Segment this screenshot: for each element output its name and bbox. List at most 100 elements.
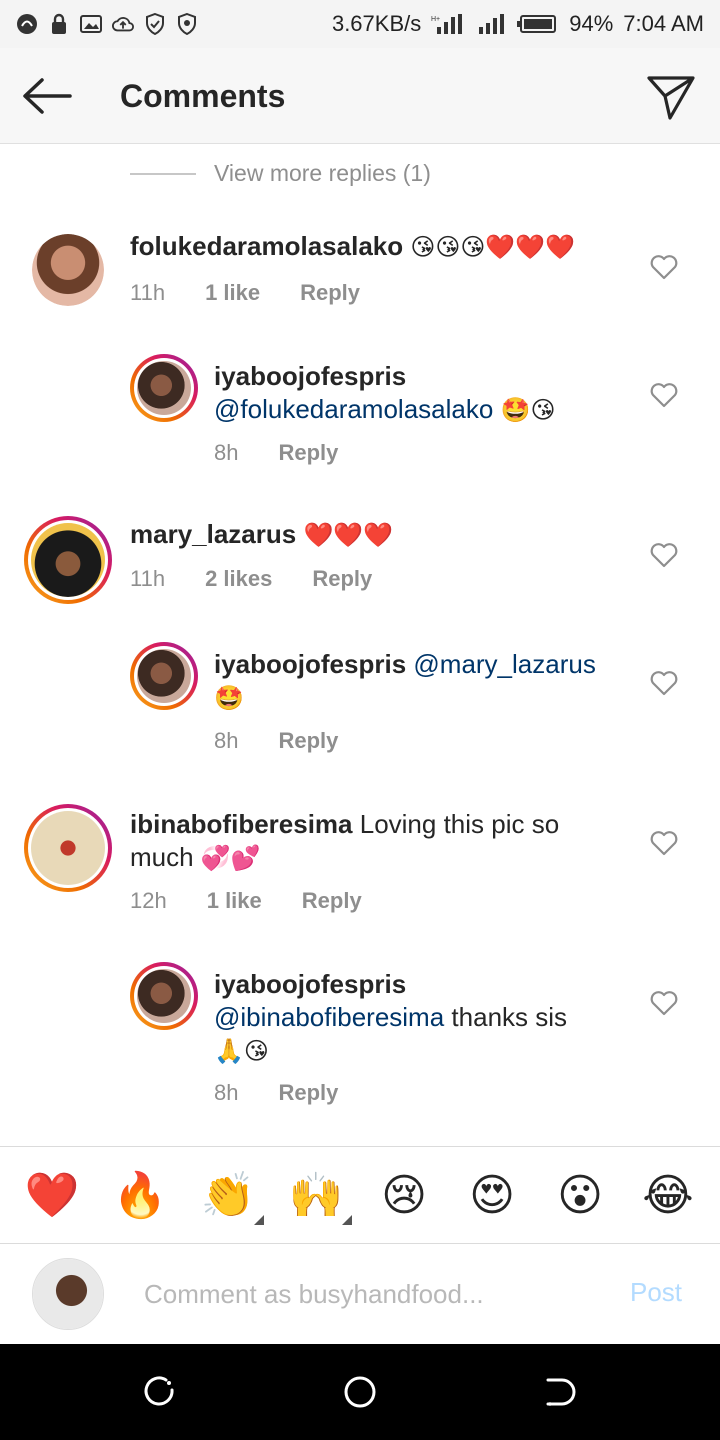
- comment-emoji: 🤩: [214, 685, 244, 712]
- avatar[interactable]: [130, 962, 198, 1030]
- like-count[interactable]: 1 like: [207, 888, 262, 914]
- app-notification-icon: [16, 13, 38, 35]
- reply-button[interactable]: Reply: [278, 728, 338, 754]
- share-button[interactable]: [644, 72, 698, 122]
- comment-username[interactable]: mary_lazarus: [130, 519, 296, 549]
- current-user-avatar: [32, 1258, 104, 1330]
- comment-time: 8h: [214, 440, 239, 465]
- reaction-clap-emoji: 👏: [200, 1171, 256, 1220]
- reply-button[interactable]: Reply: [300, 280, 360, 306]
- battery-percent: 94%: [569, 11, 614, 36]
- reply-button[interactable]: Reply: [278, 440, 338, 466]
- view-more-replies-label: View more replies (1): [214, 160, 431, 186]
- comment-text: ibinabofiberesima Loving this pic so muc…: [130, 808, 610, 875]
- reaction-heart[interactable]: ❤️: [20, 1163, 84, 1227]
- home-button[interactable]: [342, 1374, 378, 1410]
- comment-time: 8h: [214, 728, 239, 753]
- battery-icon: [517, 13, 559, 35]
- reaction-raised-hands[interactable]: 🙌: [284, 1163, 352, 1227]
- heart-outline-icon: [650, 383, 678, 408]
- comment-meta: 8h Reply: [214, 1080, 378, 1106]
- comment-text: iyaboojofespris @ibinabofiberesima thank…: [214, 968, 624, 1068]
- comment-text: folukedaramolasalako 😘😘😘❤️❤️❤️: [130, 230, 630, 264]
- heart-outline-icon: [650, 991, 678, 1016]
- avatar[interactable]: [24, 516, 112, 604]
- status-icons-left: [16, 13, 198, 35]
- avatar[interactable]: [130, 354, 198, 422]
- comment-meta: 11h 1 like Reply: [130, 280, 400, 306]
- like-count[interactable]: 2 likes: [205, 566, 272, 592]
- home-circle-icon: [344, 1376, 376, 1408]
- shield-icon: [176, 13, 198, 35]
- reaction-surprised[interactable]: 😮: [548, 1163, 612, 1227]
- comment-text: iyaboojofespris @mary_lazarus 🤩: [214, 648, 624, 715]
- comment-meta: 11h 2 likes Reply: [130, 566, 412, 592]
- comment-emoji: 🙏😘: [214, 1038, 269, 1065]
- comment-time: 11h: [130, 280, 166, 305]
- reply-button[interactable]: Reply: [312, 566, 372, 592]
- comment-emoji: 😘😘😘❤️❤️❤️: [410, 234, 576, 261]
- like-button[interactable]: [650, 382, 678, 408]
- post-button[interactable]: Post: [630, 1277, 682, 1308]
- like-button[interactable]: [650, 670, 678, 696]
- reaction-clap[interactable]: 👏: [196, 1163, 264, 1227]
- like-button[interactable]: [650, 990, 678, 1016]
- heart-outline-icon: [650, 831, 678, 856]
- signal-4g-icon: H+: [431, 13, 467, 35]
- reaction-laughing[interactable]: 😂: [636, 1163, 700, 1227]
- comment-username[interactable]: iyaboojofespris: [214, 649, 406, 679]
- comment-username[interactable]: iyaboojofespris: [214, 969, 406, 999]
- comment-time: 11h: [130, 566, 166, 591]
- divider: [130, 172, 196, 175]
- reaction-crying[interactable]: 😢: [372, 1163, 436, 1227]
- arrow-left-icon: [23, 78, 72, 114]
- comments-header: Comments: [0, 48, 720, 144]
- quick-reactions-bar: ❤️ 🔥 👏 🙌 😢 😍 😮 😂: [0, 1146, 720, 1244]
- comment-username[interactable]: folukedaramolasalako: [130, 231, 403, 261]
- comment-meta: 8h Reply: [214, 440, 378, 466]
- like-button[interactable]: [650, 830, 678, 856]
- image-icon: [80, 13, 102, 35]
- system-navigation-bar: [0, 1344, 720, 1440]
- comment-emoji: 🤩😘: [500, 397, 556, 424]
- back-nav-icon: [546, 1378, 576, 1406]
- comment-username[interactable]: iyaboojofespris: [214, 361, 406, 391]
- comment-text: iyaboojofespris @folukedaramolasalako 🤩😘: [214, 360, 624, 427]
- comment-username[interactable]: ibinabofiberesima: [130, 809, 353, 839]
- clock: 7:04 AM: [623, 11, 704, 36]
- heart-outline-icon: [650, 543, 678, 568]
- avatar[interactable]: [24, 804, 112, 892]
- reply-button[interactable]: Reply: [278, 1080, 338, 1106]
- heart-outline-icon: [650, 255, 678, 280]
- reaction-fire[interactable]: 🔥: [108, 1163, 172, 1227]
- skin-tone-indicator: [254, 1215, 264, 1225]
- reaction-raised-hands-emoji: 🙌: [288, 1171, 344, 1220]
- mention-link[interactable]: @folukedaramolasalako: [214, 394, 493, 424]
- page-title: Comments: [120, 78, 286, 114]
- comment-emoji: 💞💕: [200, 845, 261, 872]
- view-more-replies[interactable]: View more replies (1): [130, 160, 431, 187]
- comment-time: 12h: [130, 888, 167, 913]
- like-button[interactable]: [650, 254, 678, 280]
- avatar[interactable]: [130, 642, 198, 710]
- network-speed: 3.67KB/s: [331, 11, 422, 36]
- lock-icon: [48, 13, 70, 35]
- like-button[interactable]: [650, 542, 678, 568]
- mention-link[interactable]: @mary_lazarus: [413, 649, 595, 679]
- comment-text: mary_lazarus ❤️❤️❤️: [130, 518, 630, 552]
- comment-meta: 8h Reply: [214, 728, 378, 754]
- cloud-upload-icon: [112, 13, 134, 35]
- signal-icon: [477, 13, 507, 35]
- back-button[interactable]: [20, 74, 74, 118]
- like-count[interactable]: 1 like: [205, 280, 260, 306]
- avatar[interactable]: [32, 234, 104, 306]
- skin-tone-indicator: [342, 1215, 352, 1225]
- svg-text:H+: H+: [431, 16, 440, 23]
- comment-input[interactable]: [144, 1274, 584, 1314]
- mention-link[interactable]: @ibinabofiberesima: [214, 1002, 444, 1032]
- reaction-heart-eyes[interactable]: 😍: [460, 1163, 524, 1227]
- back-nav-button[interactable]: [542, 1374, 578, 1410]
- reply-button[interactable]: Reply: [302, 888, 362, 914]
- recents-button[interactable]: [142, 1374, 178, 1410]
- comment-time: 8h: [214, 1080, 239, 1105]
